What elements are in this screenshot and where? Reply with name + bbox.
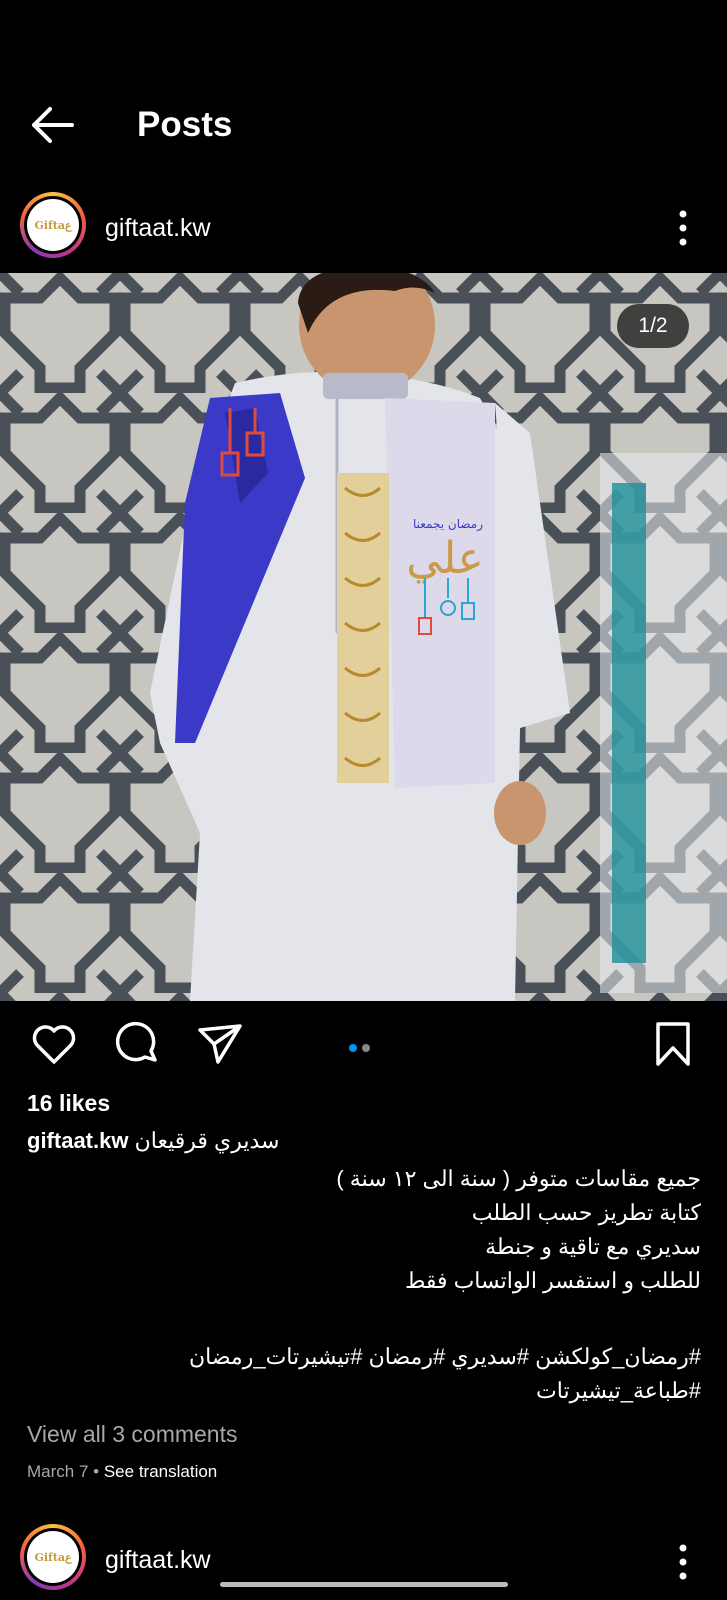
carousel-dot-active — [349, 1044, 357, 1052]
heart-icon — [32, 1025, 76, 1064]
comment-button[interactable] — [112, 1020, 160, 1068]
more-vertical-icon — [679, 1544, 687, 1580]
post-username[interactable]: giftaat.kw — [105, 214, 211, 243]
more-options-button[interactable] — [668, 206, 698, 250]
bookmark-icon — [656, 1022, 690, 1066]
separator: • — [93, 1462, 100, 1481]
hashtags-line[interactable]: #طباعة_تيشيرتات — [536, 1374, 701, 1407]
caption-header: giftaat.kw سديري قرقيعان — [27, 1128, 279, 1154]
send-icon — [198, 1024, 242, 1064]
caption-line: كتابة تطريز حسب الطلب — [471, 1200, 701, 1225]
next-post-avatar[interactable]: Giftaع — [20, 1524, 86, 1590]
embroidered-subtitle: رمضان يجمعنا — [413, 517, 483, 532]
carousel-dot — [362, 1044, 370, 1052]
carousel-indicator — [349, 1039, 375, 1057]
post-photo: علي رمضان يجمعنا — [0, 273, 727, 1001]
caption-line: للطلب و استفسر الواتساب فقط — [404, 1268, 701, 1293]
next-more-options-button[interactable] — [668, 1540, 698, 1584]
post-avatar[interactable]: Giftaع — [20, 192, 86, 258]
post-image[interactable]: علي رمضان يجمعنا — [0, 273, 727, 1001]
embroidered-name: علي — [406, 533, 484, 584]
hashtags-line[interactable]: #رمضان_كولكشن #سديري #رمضان #تيشيرتات_رم… — [189, 1340, 701, 1373]
like-button[interactable] — [30, 1020, 78, 1068]
more-vertical-icon — [679, 210, 687, 246]
home-indicator[interactable] — [220, 1582, 508, 1587]
caption-username[interactable]: giftaat.kw — [27, 1128, 128, 1153]
page-title: Posts — [137, 105, 233, 144]
comment-icon — [115, 1021, 157, 1062]
back-button[interactable] — [28, 100, 78, 150]
avatar-logo: Giftaع — [27, 1531, 79, 1583]
post-meta: March 7 • See translation — [27, 1462, 217, 1482]
caption-line: جميع مقاسات متوفر ( سنة الى ١٢ سنة ) — [336, 1166, 701, 1191]
likes-count[interactable]: 16 likes — [27, 1090, 110, 1117]
caption-first-line: سديري قرقيعان — [134, 1128, 280, 1153]
next-post-username[interactable]: giftaat.kw — [105, 1546, 211, 1575]
post-date: March 7 — [27, 1462, 89, 1481]
see-translation-link[interactable]: See translation — [104, 1462, 217, 1481]
view-comments-link[interactable]: View all 3 comments — [27, 1421, 238, 1448]
image-counter: 1/2 — [617, 304, 689, 348]
save-button[interactable] — [649, 1020, 697, 1068]
share-button[interactable] — [196, 1020, 244, 1068]
avatar-logo: Giftaع — [27, 199, 79, 251]
back-arrow-icon — [32, 107, 74, 143]
caption-line: سديري مع تاقية و جنطة — [485, 1234, 701, 1259]
